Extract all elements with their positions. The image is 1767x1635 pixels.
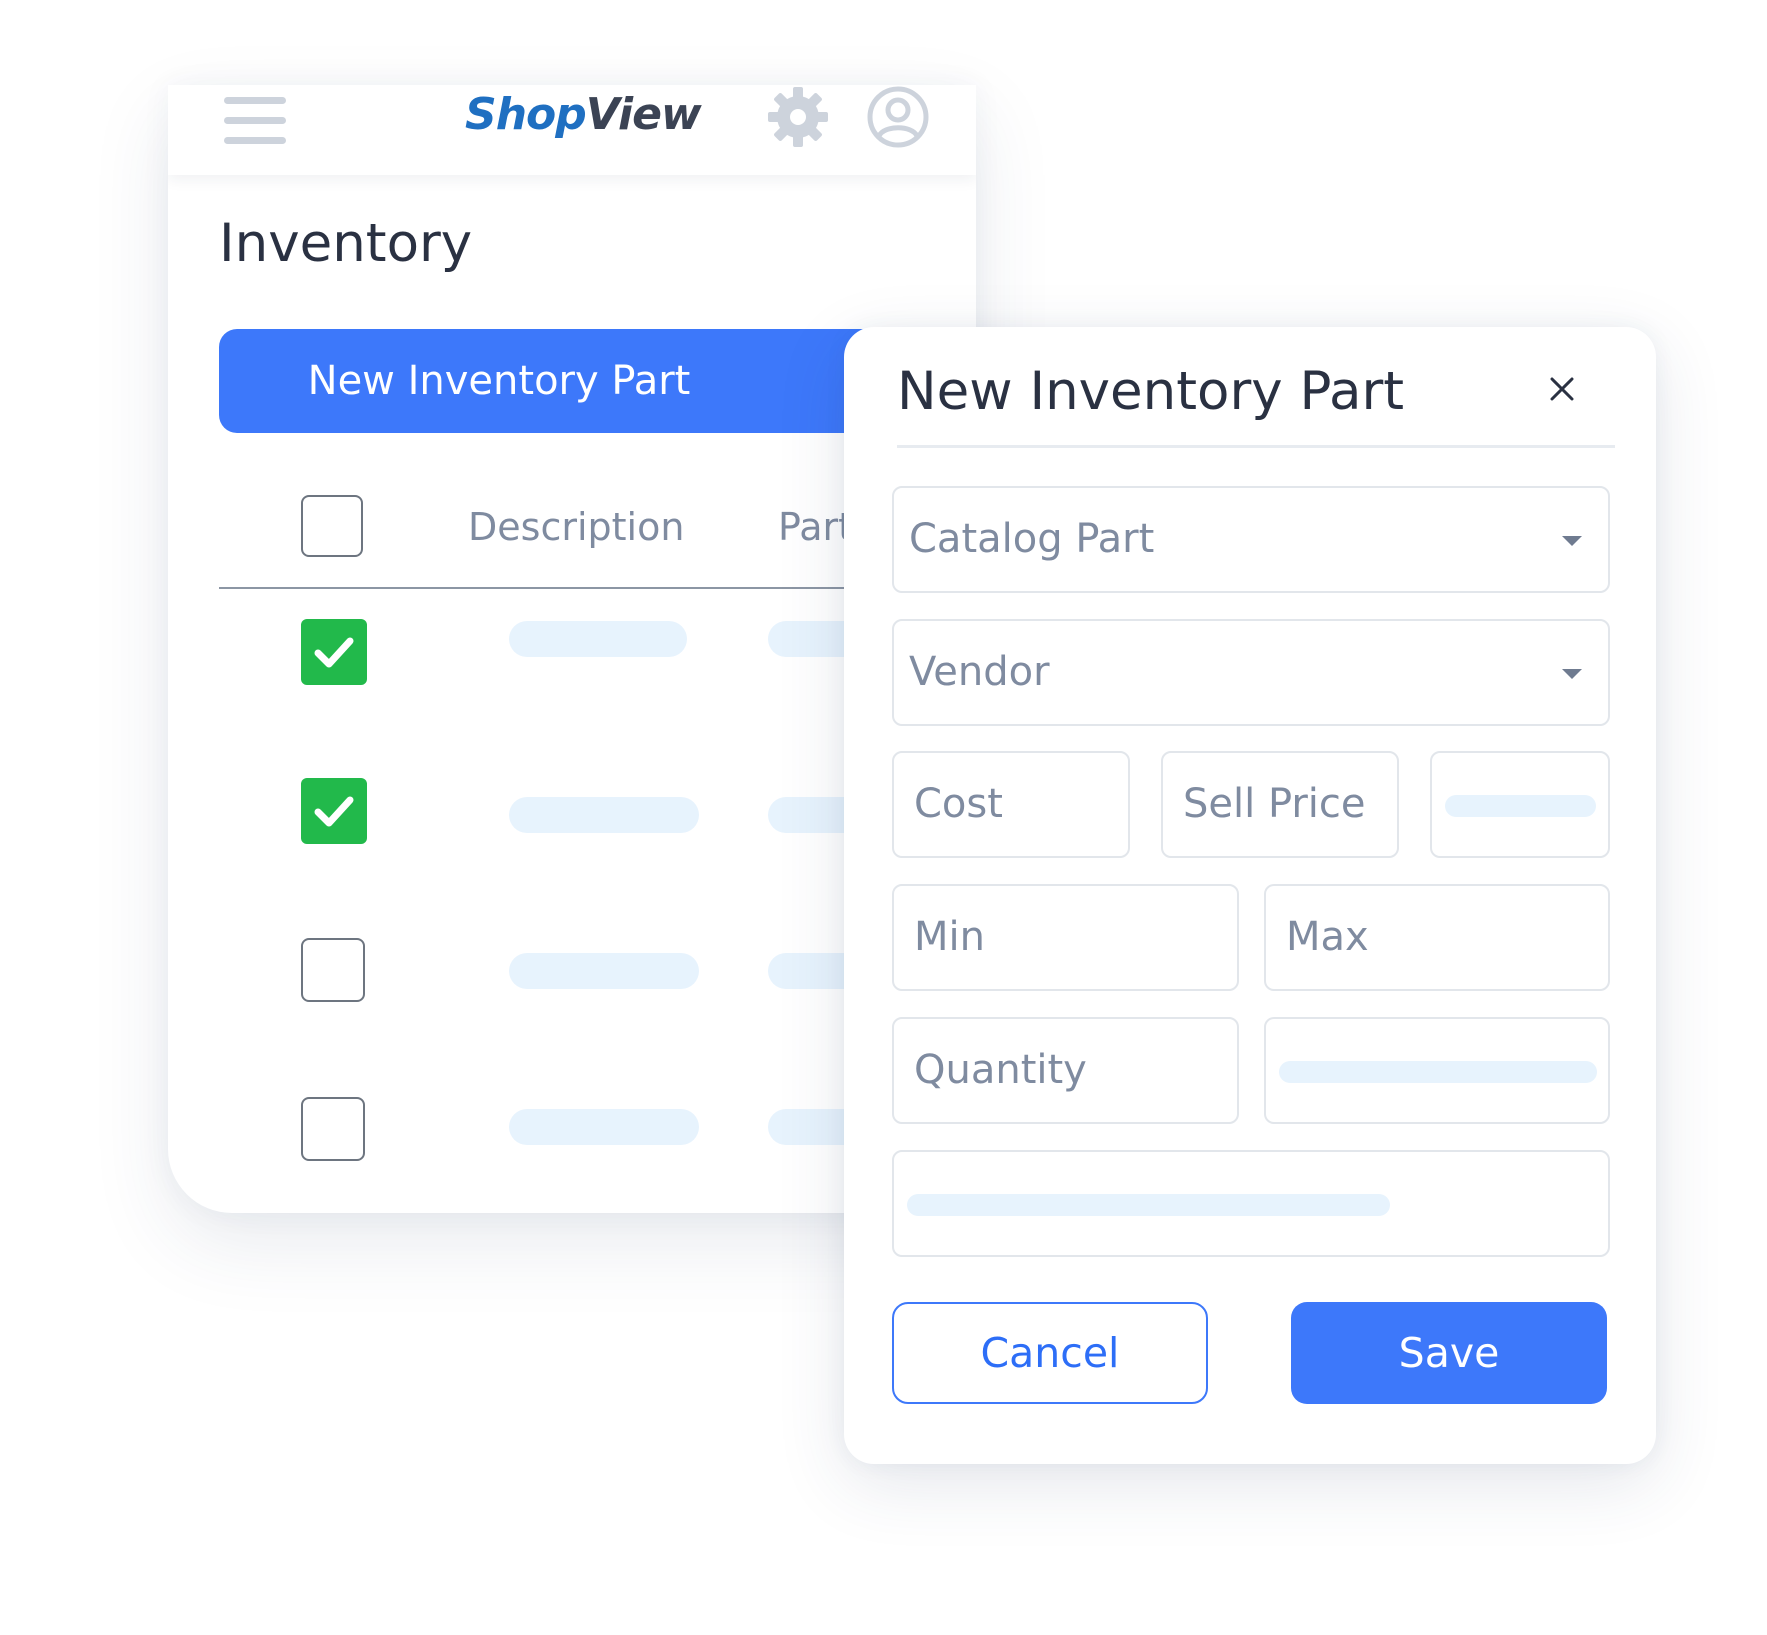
vendor-select[interactable]: Vendor	[892, 619, 1610, 726]
page-title: Inventory	[219, 213, 473, 274]
logo-text-shop: Shop	[465, 89, 587, 140]
catalog-part-select[interactable]: Catalog Part	[892, 486, 1610, 593]
quantity-field[interactable]: Quantity	[892, 1017, 1239, 1124]
min-field[interactable]: Min	[892, 884, 1239, 991]
checkmark-icon	[314, 796, 354, 827]
hamburger-icon[interactable]	[224, 97, 286, 144]
new-inventory-part-button[interactable]: New Inventory Part	[219, 329, 879, 433]
min-label: Min	[914, 914, 985, 960]
new-inventory-part-label: New Inventory Part	[307, 358, 691, 404]
save-button[interactable]: Save	[1291, 1302, 1607, 1404]
select-all-checkbox[interactable]	[301, 495, 363, 557]
cancel-button[interactable]: Cancel	[892, 1302, 1208, 1404]
cost-label: Cost	[914, 781, 1003, 827]
dropdown-caret-icon	[1562, 669, 1582, 679]
extra-quantity-field[interactable]	[1264, 1017, 1610, 1124]
sell-price-field[interactable]: Sell Price	[1161, 751, 1399, 858]
table-cell-placeholder	[509, 1109, 699, 1145]
sell-price-label: Sell Price	[1183, 781, 1366, 827]
row-checkbox[interactable]	[301, 1097, 365, 1161]
table-cell-placeholder	[509, 621, 687, 657]
dropdown-caret-icon	[1562, 536, 1582, 546]
row-checkbox[interactable]	[301, 778, 367, 844]
row-checkbox[interactable]	[301, 938, 365, 1002]
column-header-part[interactable]: Part	[778, 505, 853, 549]
row-checkbox[interactable]	[301, 619, 367, 685]
new-inventory-part-modal: New Inventory Part Catalog Part Vendor C…	[844, 327, 1656, 1464]
field-placeholder-bar	[907, 1194, 1390, 1216]
checkmark-icon	[314, 637, 354, 668]
modal-header-divider	[897, 445, 1615, 448]
notes-field[interactable]	[892, 1150, 1610, 1257]
max-label: Max	[1286, 914, 1369, 960]
close-icon[interactable]	[1542, 369, 1582, 409]
modal-title: New Inventory Part	[897, 361, 1405, 422]
quantity-label: Quantity	[914, 1047, 1087, 1093]
catalog-part-label: Catalog Part	[909, 516, 1155, 562]
field-placeholder-bar	[1445, 795, 1596, 817]
table-cell-placeholder	[509, 797, 699, 833]
table-cell-placeholder	[509, 953, 699, 989]
top-bar: ShopView	[168, 85, 976, 175]
cost-field[interactable]: Cost	[892, 751, 1130, 858]
column-header-description[interactable]: Description	[468, 505, 684, 549]
extra-price-field[interactable]	[1430, 751, 1610, 858]
field-placeholder-bar	[1279, 1061, 1597, 1083]
vendor-label: Vendor	[909, 649, 1050, 695]
max-field[interactable]: Max	[1264, 884, 1610, 991]
logo-text-view: View	[585, 89, 702, 140]
gear-icon[interactable]	[766, 85, 830, 149]
app-logo[interactable]: ShopView	[465, 89, 702, 140]
user-avatar-icon[interactable]	[866, 85, 930, 149]
